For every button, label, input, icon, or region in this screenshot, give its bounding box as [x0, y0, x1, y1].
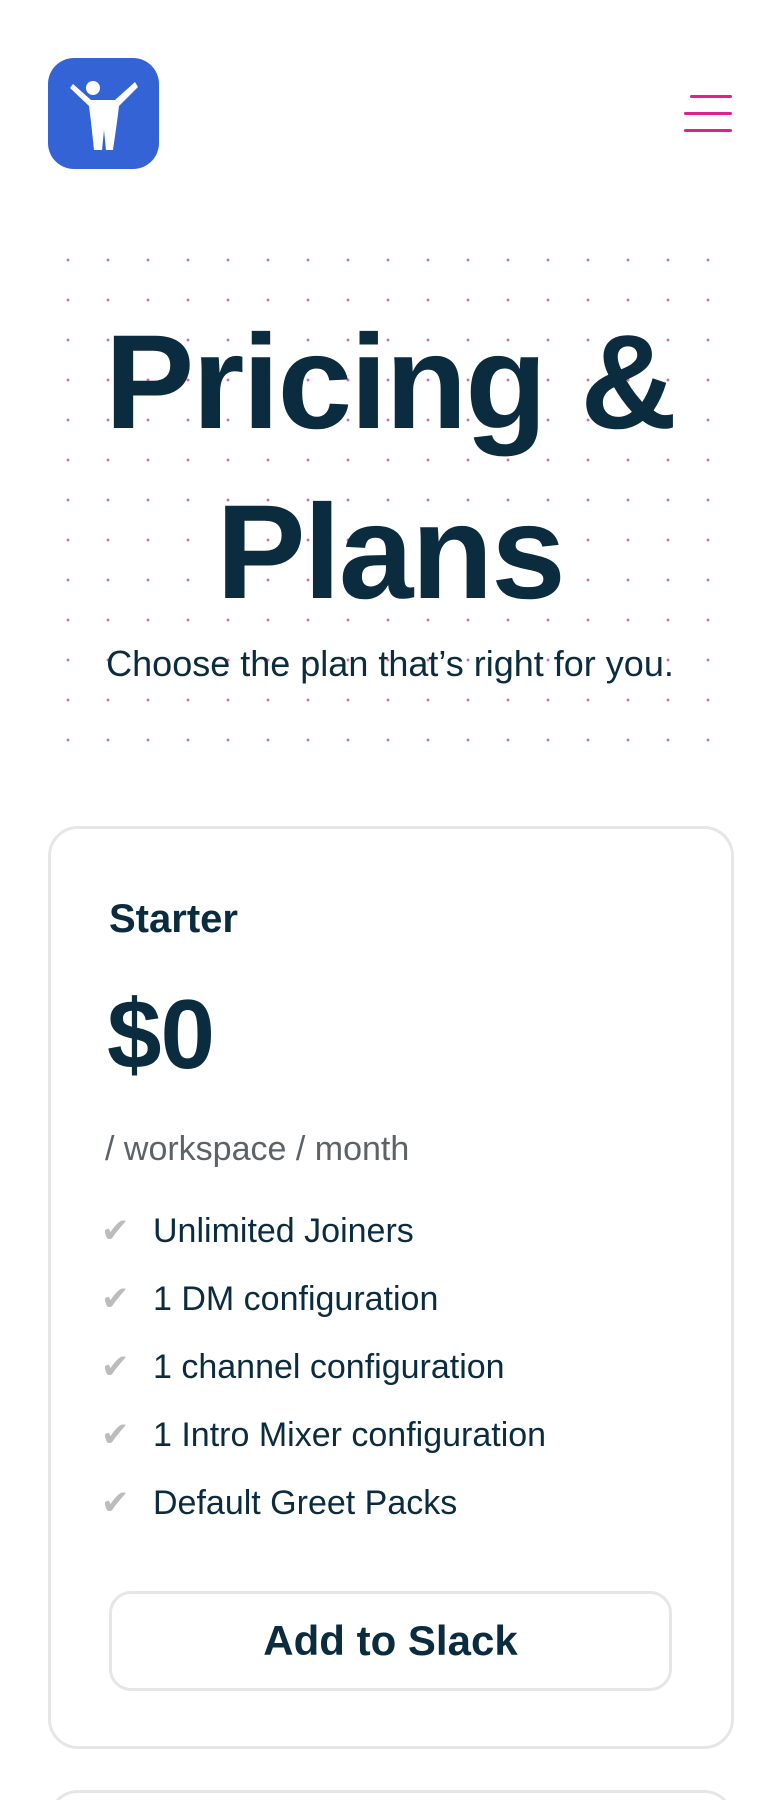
person-arms-raised-icon: [69, 80, 138, 150]
plan-card-next: [48, 1790, 734, 1800]
menu-line: [684, 112, 732, 115]
plan-period: / workspace / month: [105, 1130, 410, 1168]
plan-name: Starter: [109, 897, 238, 941]
checkmark-icon: ✔: [101, 1280, 130, 1318]
list-item: ✔ 1 DM configuration: [101, 1265, 546, 1333]
plan-card-starter: Starter $0 / workspace / month ✔ Unlimit…: [48, 826, 734, 1749]
checkmark-icon: ✔: [101, 1484, 130, 1522]
menu-line: [690, 95, 732, 98]
logo[interactable]: [48, 58, 159, 169]
list-item: ✔ 1 Intro Mixer configuration: [101, 1401, 546, 1469]
feature-text: Default Greet Packs: [153, 1484, 458, 1522]
add-to-slack-button[interactable]: Add to Slack: [109, 1591, 672, 1691]
checkmark-icon: ✔: [101, 1348, 130, 1386]
list-item: ✔ Default Greet Packs: [101, 1469, 546, 1537]
feature-text: Unlimited Joiners: [153, 1212, 414, 1250]
checkmark-icon: ✔: [101, 1416, 130, 1454]
hero-section: Pricing & Plans Choose the plan that’s r…: [48, 230, 732, 770]
feature-text: 1 DM configuration: [153, 1280, 439, 1318]
list-item: ✔ 1 channel configuration: [101, 1333, 546, 1401]
list-item: ✔ Unlimited Joiners: [101, 1197, 546, 1265]
feature-text: 1 Intro Mixer configuration: [153, 1416, 547, 1454]
feature-list: ✔ Unlimited Joiners ✔ 1 DM configuration…: [101, 1197, 546, 1537]
page-title: Pricing & Plans: [104, 308, 677, 627]
page-subtitle: Choose the plan that’s right for you.: [106, 643, 674, 684]
menu-line: [684, 129, 732, 132]
hamburger-menu-icon[interactable]: [680, 92, 732, 136]
plan-price: $0: [107, 979, 215, 1089]
checkmark-icon: ✔: [101, 1212, 130, 1250]
feature-text: 1 channel configuration: [153, 1348, 505, 1386]
